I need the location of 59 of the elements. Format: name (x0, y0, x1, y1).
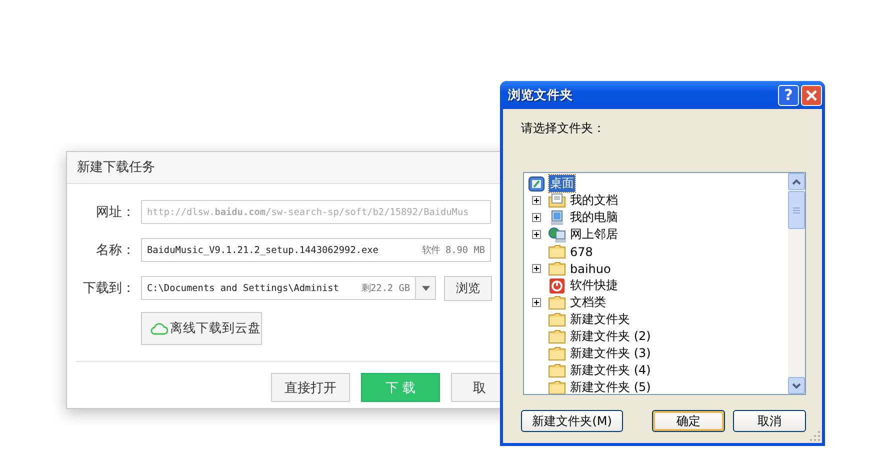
scroll-down-button[interactable] (788, 377, 805, 394)
expand-icon[interactable] (532, 196, 541, 205)
prompt-text: 请选择文件夹： (521, 120, 606, 137)
tree-item[interactable]: 网上邻居 (569, 226, 619, 243)
tree-item[interactable]: 新建文件夹 (569, 311, 631, 328)
dialog-button[interactable]: 直接打开 (271, 373, 350, 402)
tree-item[interactable]: 软件快捷 (569, 277, 619, 294)
file-size: 软件 8.90 MB (422, 244, 485, 256)
folder-icon (548, 346, 566, 361)
tree-item[interactable]: 我的文档 (569, 192, 619, 209)
save-label: 下载到： (82, 280, 135, 297)
scrollbar[interactable] (788, 173, 805, 394)
scroll-thumb[interactable] (788, 191, 805, 229)
expand-icon[interactable] (532, 264, 541, 273)
expand-icon[interactable] (532, 298, 541, 307)
tree-item[interactable]: 新建文件夹 (3) (569, 345, 652, 362)
dialog-button[interactable]: 新建文件夹(M) (521, 410, 624, 432)
tree-item[interactable]: baihuo (569, 262, 612, 276)
path-value: C:\Documents and Settings\Administ (147, 282, 340, 294)
folder-icon (548, 244, 566, 259)
folder-icon (548, 363, 566, 378)
close-icon (805, 88, 818, 102)
network-icon (548, 226, 566, 242)
url-label: 网址： (95, 204, 135, 221)
desktop-icon (528, 176, 546, 192)
folder-icon (548, 261, 566, 276)
tree-item[interactable]: 文档类 (569, 294, 607, 311)
computer-icon (548, 210, 566, 226)
tree-item[interactable]: 新建文件夹 (5) (569, 379, 652, 394)
app-icon (548, 278, 566, 294)
dialog-button[interactable]: 确定 (652, 410, 725, 432)
name-field[interactable]: BaiduMusic_V9.1.21.2_setup.1443062992.exe 软件 8.90 MB (141, 238, 491, 262)
cloud-icon (150, 322, 168, 335)
expand-icon[interactable] (532, 213, 541, 222)
folder-icon (548, 329, 566, 344)
file-name: BaiduMusic_V9.1.21.2_setup.1443062992.exe (147, 244, 380, 256)
dropdown-button[interactable] (415, 276, 436, 300)
dialog-button[interactable]: 取消 (732, 410, 806, 432)
resize-grip-icon[interactable] (810, 431, 820, 441)
tree-item[interactable]: 678 (569, 244, 594, 258)
path-field[interactable]: C:\Documents and Settings\Administ 剩22.2 GB (141, 276, 415, 300)
tree-item[interactable]: 我的电脑 (569, 209, 619, 226)
folder-icon (548, 312, 566, 327)
tree-item[interactable]: 桌面 (549, 175, 575, 192)
help-button[interactable]: ? (778, 84, 799, 106)
folder-icon (548, 295, 566, 310)
close-button[interactable] (801, 84, 822, 106)
tree-item[interactable]: 新建文件夹 (4) (569, 362, 652, 379)
documents-icon (548, 193, 566, 208)
caret-icon (422, 286, 430, 290)
name-label: 名称： (95, 242, 135, 259)
cloud-download-button[interactable]: 离线下载到云盘 (141, 312, 262, 345)
free-space: 剩22.2 GB (361, 282, 410, 294)
window-title: 浏览文件夹 (507, 86, 574, 104)
expand-icon[interactable] (532, 230, 541, 239)
folder-icon (548, 380, 566, 394)
tree-item[interactable]: 新建文件夹 (2) (569, 328, 652, 345)
scroll-up-button[interactable] (788, 173, 805, 190)
browse-button[interactable]: 浏览 (444, 276, 492, 300)
